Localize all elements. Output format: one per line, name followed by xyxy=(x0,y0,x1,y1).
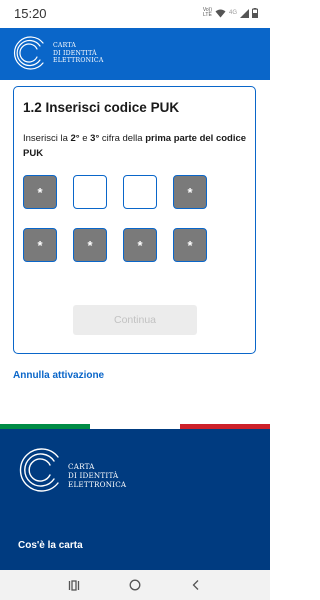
system-nav-bar xyxy=(0,570,270,600)
home-button[interactable] xyxy=(121,574,149,596)
puk-digit-row-1: * * xyxy=(23,175,207,209)
puk-digit-filled: * xyxy=(173,175,207,209)
header-brand-line: DI IDENTITÀ xyxy=(53,49,97,57)
header-brand-line: CARTA xyxy=(53,42,77,49)
digit-mask: * xyxy=(187,237,193,253)
digit-mask: * xyxy=(187,184,193,200)
cancel-activation-link[interactable]: Annulla attivazione xyxy=(13,370,104,381)
app-header: CARTA DI IDENTITÀ ELETTRONICA xyxy=(0,28,270,80)
back-button[interactable] xyxy=(182,574,210,596)
header-brand-text: CARTA DI IDENTITÀ ELETTRONICA xyxy=(53,42,104,65)
recents-icon xyxy=(68,579,80,591)
status-icons: Vo)) LTE 4G xyxy=(203,8,258,18)
about-card-link[interactable]: Cos'è la carta xyxy=(18,540,83,551)
signal-icon xyxy=(240,8,249,18)
puk-digit-input[interactable] xyxy=(123,175,157,209)
network-type: 4G xyxy=(228,10,237,16)
volte-indicator: Vo)) LTE xyxy=(203,8,212,18)
puk-instruction: Inserisci la 2° e 3° cifra della prima p… xyxy=(23,133,247,159)
puk-digit-filled: * xyxy=(23,228,57,262)
cie-logo-icon xyxy=(13,36,44,70)
battery-icon xyxy=(252,8,258,18)
puk-card: 1.2 Inserisci codice PUK Inserisci la 2°… xyxy=(13,86,256,354)
footer-brand-text: CARTA DI IDENTITÀ ELETTRONICA xyxy=(68,462,127,489)
page-title: 1.2 Inserisci codice PUK xyxy=(23,100,180,115)
status-bar: 15:20 Vo)) LTE 4G xyxy=(0,0,270,28)
puk-digit-filled: * xyxy=(23,175,57,209)
home-icon xyxy=(129,579,141,591)
digit-mask: * xyxy=(137,237,143,253)
footer: CARTA DI IDENTITÀ ELETTRONICA Cos'è la c… xyxy=(0,429,270,570)
footer-brand-line: ELETTRONICA xyxy=(68,479,127,489)
puk-digit-filled: * xyxy=(173,228,207,262)
digit-mask: * xyxy=(37,184,43,200)
header-brand-line: ELETTRONICA xyxy=(53,57,104,65)
digit-mask: * xyxy=(87,237,93,253)
continue-button[interactable]: Continua xyxy=(73,305,197,335)
puk-digit-filled: * xyxy=(123,228,157,262)
puk-digit-row-2: * * * * xyxy=(23,228,207,262)
volte-bottom: LTE xyxy=(202,12,212,18)
digit-mask: * xyxy=(37,237,43,253)
cie-footer-logo-icon xyxy=(19,448,59,492)
status-time: 15:20 xyxy=(14,6,47,21)
back-icon xyxy=(192,580,199,590)
puk-digit-input[interactable] xyxy=(73,175,107,209)
wifi-icon xyxy=(215,9,226,17)
recents-button[interactable] xyxy=(60,574,88,596)
puk-digit-filled: * xyxy=(73,228,107,262)
